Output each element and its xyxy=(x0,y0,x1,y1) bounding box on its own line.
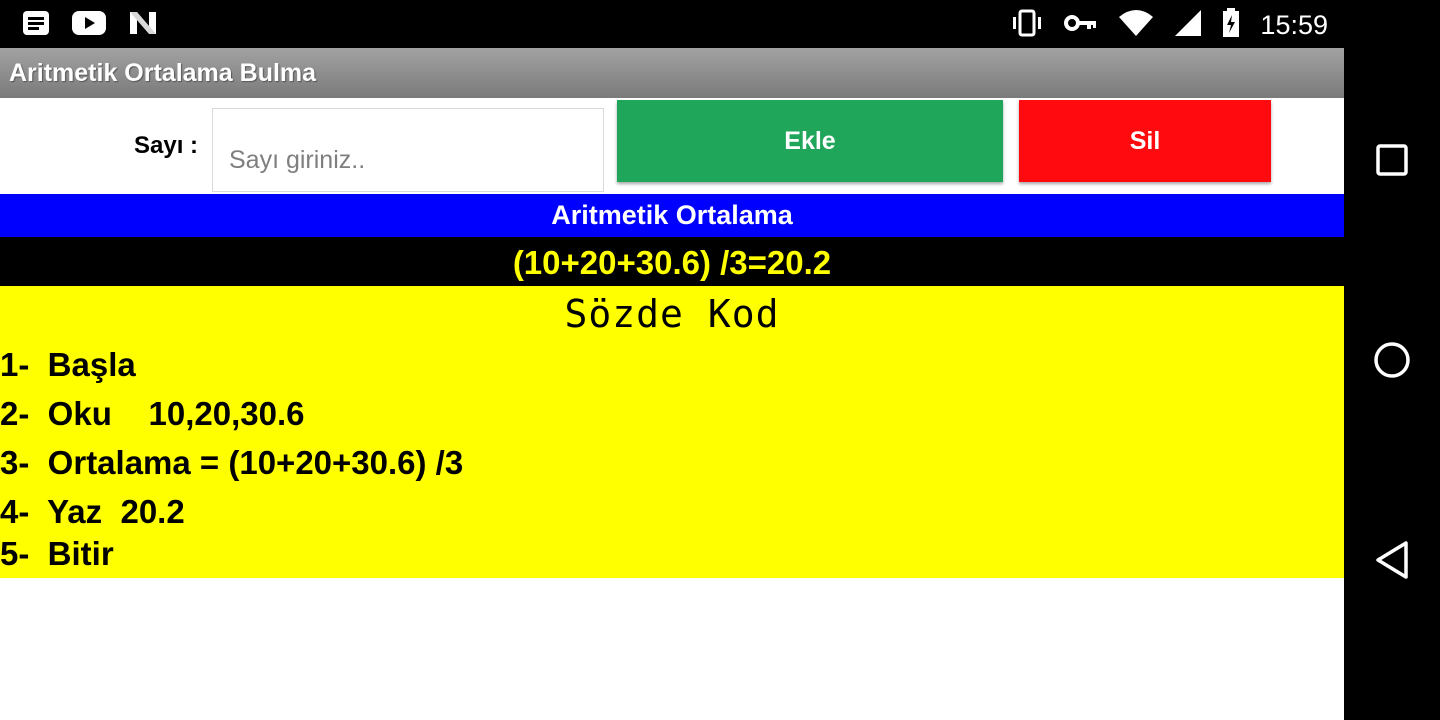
youtube-icon xyxy=(72,10,106,41)
input-row: Sayı : Ekle Sil xyxy=(0,98,1344,194)
n-logo-icon xyxy=(128,10,158,41)
signal-icon xyxy=(1174,9,1202,42)
vibrate-icon xyxy=(1010,9,1044,42)
heading-bar: Aritmetik Ortalama xyxy=(0,194,1344,237)
pseudo-code-title: Sözde Kod xyxy=(564,292,780,336)
battery-charging-icon xyxy=(1222,8,1240,43)
recents-square-icon[interactable] xyxy=(1372,140,1412,180)
wifi-icon xyxy=(1118,9,1154,42)
android-screen: 15:59 Aritmetik Ortalama Bulma Sayı : Ek… xyxy=(0,0,1440,720)
app-title: Aritmetik Ortalama Bulma xyxy=(9,59,317,87)
notes-icon xyxy=(22,10,50,41)
home-circle-icon[interactable] xyxy=(1372,340,1412,380)
status-clock: 15:59 xyxy=(1260,10,1328,40)
delete-button[interactable]: Sil xyxy=(1019,100,1271,182)
number-label: Sayı : xyxy=(134,132,199,159)
pseudo-code-panel: Sözde Kod 1- Başla 2- Oku 10,20,30.6 3- … xyxy=(0,286,1344,578)
step-1: 1- Başla xyxy=(0,346,136,383)
number-input[interactable] xyxy=(212,108,604,192)
step-2: 2- Oku 10,20,30.6 xyxy=(0,395,305,432)
step-3: 3- Ortalama = (10+20+30.6) /3 xyxy=(0,444,464,481)
notification-icons xyxy=(22,10,158,41)
add-button[interactable]: Ekle xyxy=(617,100,1003,182)
navigation-bar xyxy=(1344,0,1440,720)
step-4: 4- Yaz 20.2 xyxy=(0,493,185,530)
status-bar: 15:59 xyxy=(0,0,1344,48)
action-bar: Aritmetik Ortalama Bulma xyxy=(0,48,1344,98)
system-icons: 15:59 xyxy=(1010,8,1328,43)
formula-result: (10+20+30.6) /3=20.2 xyxy=(0,237,1344,286)
step-5: 5- Bitir xyxy=(0,535,114,572)
key-icon xyxy=(1064,12,1098,39)
back-triangle-icon[interactable] xyxy=(1372,540,1412,580)
app-content: Aritmetik Ortalama Bulma Sayı : Ekle Sil… xyxy=(0,48,1344,720)
